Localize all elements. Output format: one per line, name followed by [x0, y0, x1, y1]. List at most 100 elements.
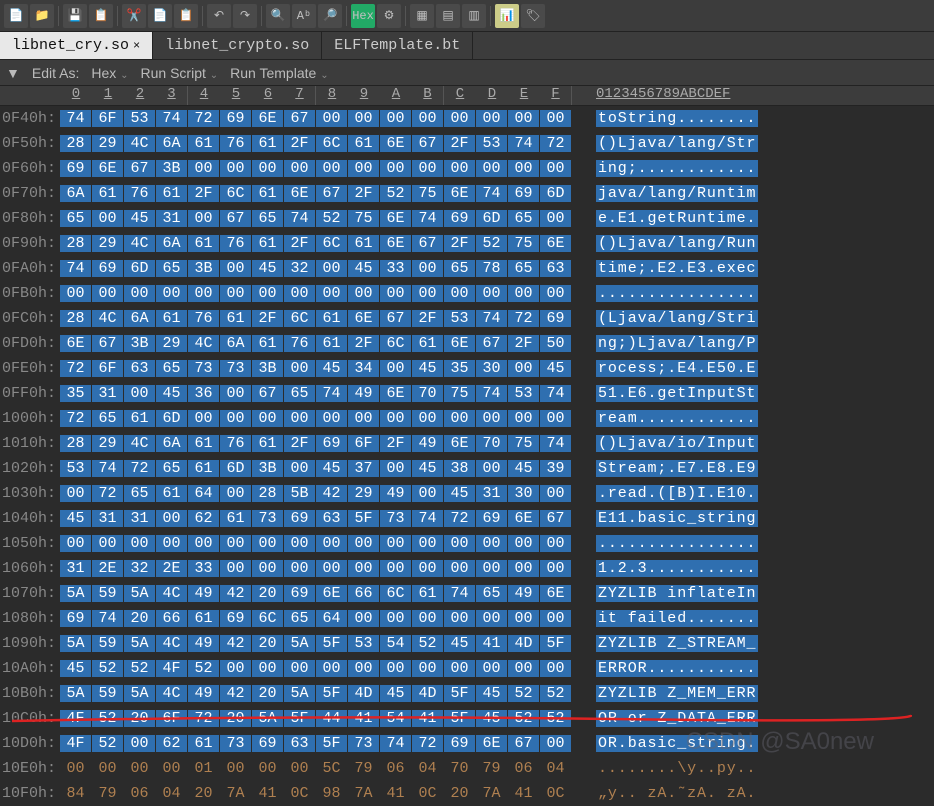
hex-byte[interactable]: 59: [92, 685, 124, 702]
hex-byte[interactable]: 00: [124, 535, 156, 552]
hex-byte[interactable]: 65: [508, 260, 540, 277]
hex-byte[interactable]: 62: [156, 735, 188, 752]
hex-byte[interactable]: 42: [220, 685, 252, 702]
hex-byte[interactable]: 74: [92, 610, 124, 627]
hex-byte[interactable]: 3B: [156, 160, 188, 177]
hex-byte[interactable]: 00: [412, 410, 444, 427]
hex-byte[interactable]: 53: [60, 460, 92, 477]
ascii-text[interactable]: ing;............: [596, 160, 758, 177]
hex-byte[interactable]: 6D: [124, 260, 156, 277]
hex-row[interactable]: 1040h:4531310062617369635F737472696E67E1…: [0, 506, 934, 531]
hex-byte[interactable]: 74: [60, 110, 92, 127]
hex-byte[interactable]: 72: [60, 410, 92, 427]
ascii-text[interactable]: ERROR...........: [596, 660, 758, 677]
hex-byte[interactable]: 6E: [444, 335, 476, 352]
hex-byte[interactable]: 04: [540, 760, 572, 777]
hex-byte[interactable]: 5A: [60, 585, 92, 602]
hex-byte[interactable]: 4C: [124, 235, 156, 252]
hex-byte[interactable]: 00: [156, 760, 188, 777]
hex-byte[interactable]: 45: [348, 260, 380, 277]
ascii-text[interactable]: .read.([B)I.E10.: [596, 485, 758, 502]
hex-byte[interactable]: 2F: [348, 185, 380, 202]
hex-byte[interactable]: 00: [412, 285, 444, 302]
hex-byte[interactable]: 6E: [252, 110, 284, 127]
hex-byte[interactable]: 42: [220, 585, 252, 602]
hex-byte[interactable]: 49: [412, 435, 444, 452]
hex-byte[interactable]: 00: [348, 285, 380, 302]
hex-row[interactable]: 0FA0h:74696D653B0045320045330065786563ti…: [0, 256, 934, 281]
hex-byte[interactable]: 53: [476, 135, 508, 152]
hex-byte[interactable]: 61: [252, 335, 284, 352]
hex-byte[interactable]: 2F: [284, 435, 316, 452]
hex-byte[interactable]: 41: [412, 710, 444, 727]
hex-byte[interactable]: 4C: [156, 685, 188, 702]
hex-byte[interactable]: 98: [316, 785, 348, 802]
hex-byte[interactable]: 45: [316, 360, 348, 377]
hex-byte[interactable]: 49: [188, 685, 220, 702]
tool-icon[interactable]: ▦: [410, 4, 434, 28]
hex-byte[interactable]: 20: [252, 585, 284, 602]
hex-byte[interactable]: 65: [252, 210, 284, 227]
hex-byte[interactable]: 6A: [156, 235, 188, 252]
hex-byte[interactable]: 67: [124, 160, 156, 177]
ascii-text[interactable]: rocess;.E4.E50.E: [596, 360, 758, 377]
ascii-text[interactable]: toString........: [596, 110, 758, 127]
hex-byte[interactable]: 72: [508, 310, 540, 327]
hex-byte[interactable]: 61: [156, 310, 188, 327]
hex-byte[interactable]: 00: [252, 160, 284, 177]
hex-byte[interactable]: 53: [348, 635, 380, 652]
hex-byte[interactable]: 62: [188, 510, 220, 527]
tool-icon[interactable]: ▥: [462, 4, 486, 28]
hex-byte[interactable]: 5A: [284, 685, 316, 702]
hex-byte[interactable]: 45: [316, 460, 348, 477]
hex-byte[interactable]: 00: [412, 485, 444, 502]
tool-icon[interactable]: 📄: [4, 4, 28, 28]
hex-byte[interactable]: 00: [124, 385, 156, 402]
hex-byte[interactable]: 00: [380, 360, 412, 377]
hex-byte[interactable]: 74: [476, 385, 508, 402]
hex-byte[interactable]: 4C: [124, 435, 156, 452]
hex-byte[interactable]: 61: [188, 235, 220, 252]
hex-byte[interactable]: 67: [220, 210, 252, 227]
hex-byte[interactable]: 28: [60, 135, 92, 152]
hex-byte[interactable]: 6E: [380, 385, 412, 402]
hex-byte[interactable]: 00: [220, 760, 252, 777]
hex-byte[interactable]: 69: [60, 610, 92, 627]
hex-byte[interactable]: 00: [412, 660, 444, 677]
hex-byte[interactable]: 49: [348, 385, 380, 402]
hex-byte[interactable]: 6C: [380, 335, 412, 352]
hex-byte[interactable]: 41: [252, 785, 284, 802]
tool-icon[interactable]: ▤: [436, 4, 460, 28]
tool-icon[interactable]: ⚙: [377, 4, 401, 28]
hex-row[interactable]: 1030h:007265616400285B4229490045313000.r…: [0, 481, 934, 506]
hex-byte[interactable]: 00: [220, 260, 252, 277]
hex-byte[interactable]: 61: [188, 610, 220, 627]
hex-byte[interactable]: 74: [412, 210, 444, 227]
hex-byte[interactable]: 31: [156, 210, 188, 227]
hex-byte[interactable]: 67: [412, 135, 444, 152]
hex-byte[interactable]: 75: [412, 185, 444, 202]
file-tab[interactable]: ELFTemplate.bt: [322, 32, 473, 59]
hex-byte[interactable]: 61: [252, 185, 284, 202]
hex-byte[interactable]: 52: [92, 660, 124, 677]
tool-icon[interactable]: 📋: [174, 4, 198, 28]
hex-byte[interactable]: 00: [124, 285, 156, 302]
hex-byte[interactable]: 59: [92, 585, 124, 602]
hex-byte[interactable]: 45: [476, 710, 508, 727]
hex-byte[interactable]: 28: [60, 235, 92, 252]
hex-row[interactable]: 10B0h:5A595A4C4942205A5F4D454D5F455252ZY…: [0, 681, 934, 706]
hex-byte[interactable]: 4C: [156, 585, 188, 602]
hex-byte[interactable]: 6C: [252, 610, 284, 627]
hex-row[interactable]: 0F60h:696E673B000000000000000000000000in…: [0, 156, 934, 181]
hex-byte[interactable]: 00: [476, 160, 508, 177]
hex-byte[interactable]: 2F: [508, 335, 540, 352]
hex-byte[interactable]: 61: [348, 235, 380, 252]
hex-byte[interactable]: 53: [124, 110, 156, 127]
hex-byte[interactable]: 00: [252, 535, 284, 552]
hex-rows[interactable]: 0F40h:746F537472696E670000000000000000to…: [0, 106, 934, 806]
hex-byte[interactable]: 74: [508, 135, 540, 152]
hex-byte[interactable]: 6D: [476, 210, 508, 227]
hex-byte[interactable]: 00: [316, 535, 348, 552]
hex-byte[interactable]: 73: [348, 735, 380, 752]
hex-byte[interactable]: 61: [188, 135, 220, 152]
